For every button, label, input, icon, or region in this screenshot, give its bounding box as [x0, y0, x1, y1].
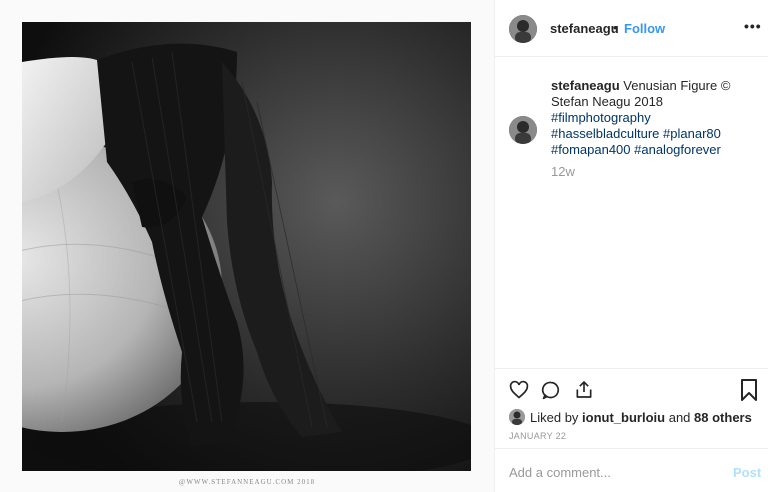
liker-username[interactable]: ionut_burloiu [582, 410, 665, 425]
post-header: stefaneagu • Follow ••• [495, 0, 768, 57]
author-username[interactable]: stefaneagu [550, 21, 619, 36]
likes-summary: Liked by ionut_burloiu and 88 others [509, 409, 752, 425]
caption-avatar[interactable] [509, 116, 537, 144]
post-caption: stefaneagu Venusian Figure © Stefan Neag… [551, 78, 751, 158]
post-date[interactable]: JANUARY 22 [509, 431, 566, 441]
author-avatar[interactable] [509, 15, 537, 43]
media-pane: @WWW.STEFANNEAGU.COM 2018 [0, 0, 494, 492]
hashtag-link[interactable]: #hasselbladculture [551, 126, 659, 141]
more-options-icon[interactable]: ••• [744, 18, 762, 34]
post-photo[interactable] [22, 22, 471, 471]
hashtag-link[interactable]: #filmphotography [551, 110, 651, 125]
add-comment-bar: Post [495, 448, 768, 492]
caption-timestamp[interactable]: 12w [551, 164, 575, 179]
and-label: and [668, 409, 691, 425]
photo-watermark: @WWW.STEFANNEAGU.COM 2018 [178, 478, 316, 486]
liker-avatar[interactable] [509, 409, 525, 425]
comments-section: stefaneagu Venusian Figure © Stefan Neag… [495, 58, 768, 368]
caption-username[interactable]: stefaneagu [551, 78, 620, 93]
hashtag-link[interactable]: #planar80 [663, 126, 721, 141]
hashtag-link[interactable]: #fomapan400 [551, 142, 631, 157]
follow-button[interactable]: Follow [624, 21, 665, 36]
post-sidebar: stefaneagu • Follow ••• stefaneagu Venus… [494, 0, 768, 492]
likes-count[interactable]: 88 others [694, 410, 752, 425]
photo-image [22, 22, 471, 471]
bookmark-icon[interactable] [740, 379, 758, 401]
action-bar: Liked by ionut_burloiu and 88 others JAN… [495, 368, 768, 448]
heart-icon[interactable] [509, 380, 529, 400]
post-button[interactable]: Post [733, 465, 761, 480]
liked-by-label: Liked by [530, 409, 579, 425]
comment-input[interactable] [509, 463, 709, 481]
separator-dot: • [613, 20, 618, 35]
share-icon[interactable] [574, 379, 594, 400]
comment-icon[interactable] [541, 380, 561, 400]
hashtag-link[interactable]: #analogforever [634, 142, 721, 157]
